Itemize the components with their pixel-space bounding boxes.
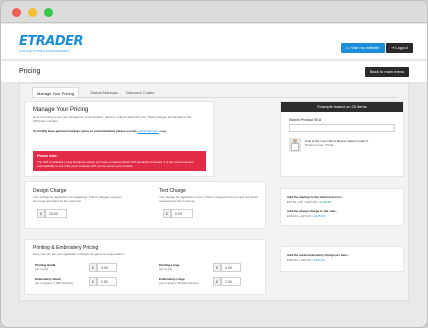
summary-embroidery-calc: £400.94 + £62.50 = £463.44 (287, 258, 325, 262)
visit-website-button[interactable]: ▭ Visit my website (341, 43, 385, 53)
design-currency-symbol: £ (37, 209, 45, 218)
printing-small-sub: (up to A4) (35, 267, 49, 271)
vat-alert: Please note: The VAT is included in any … (33, 151, 206, 171)
summary-embroidery-line: Add the small embroidery charge per item… (287, 253, 350, 257)
design-charge-input[interactable]: 15.00 (45, 209, 67, 218)
logout-button[interactable]: ⇥ Logout (386, 43, 413, 53)
embroidery-summary-panel: Add the small embroidery charge per item… (280, 246, 404, 272)
logo-tagline: ONLINE STORE MANAGEMENT (19, 49, 71, 53)
summary-design-calc: £400.94 + £15.00 = £415.94 (287, 214, 325, 218)
alert-title: Please note: (37, 154, 58, 158)
printing-large-sub: (up to A3) (159, 267, 173, 271)
markup-summary-panel: Add the markup to the initial unit cost.… (280, 188, 404, 226)
summary-design-line: Add the design charge to the sum... (287, 209, 338, 213)
close-window-button[interactable] (12, 8, 21, 17)
printing-description: Here you can set your application charge… (33, 252, 126, 256)
example-panel: Example based on 25 items Search Product… (280, 101, 404, 177)
printing-small-currency: £ (89, 263, 97, 272)
summary-embroidery-result: £463.44 (313, 258, 325, 262)
manage-pricing-title: Manage Your Pricing (33, 107, 89, 113)
printing-large-input[interactable]: 4.00 (221, 263, 241, 272)
logo-wordmark: ETRADER (19, 34, 84, 49)
logout-label: Logout (395, 45, 408, 50)
search-sku-input[interactable] (289, 124, 395, 132)
text-charge-description: Your charge for digitisation of text. Th… (159, 195, 258, 203)
global-markups-link[interactable]: Global Markups (138, 129, 159, 133)
summary-design-calc-prefix: £400.94 + £15.00 = (287, 214, 314, 218)
tab-divider (32, 97, 398, 98)
text-charge-title: Text Charge (159, 188, 186, 194)
charges-panel: Design Charge Your charge for digitisati… (24, 181, 266, 229)
etrader-logo[interactable]: ETRADER ONLINE STORE MANAGEMENT (19, 34, 84, 53)
minimize-window-button[interactable] (28, 8, 37, 17)
embroidery-large-input[interactable]: 7.00 (221, 277, 241, 286)
summary-design-result: £415.94 (313, 214, 325, 218)
back-to-main-menu-button[interactable]: Back to main menu (365, 67, 409, 77)
summary-markup-result: £400.94 (320, 200, 332, 204)
search-sku-label: Search Product SKU (289, 118, 322, 122)
product-thumbnail (289, 138, 301, 152)
visit-website-label: Visit my website (350, 45, 380, 50)
summary-markup-calc-prefix: £10.84 x 25 = £271.00 + (287, 200, 320, 204)
embroidery-large-currency: £ (213, 277, 221, 286)
summary-markup-calc: £10.84 x 25 = £271.00 + £400.94 (287, 200, 331, 204)
markup-note-suffix: page. (159, 129, 168, 133)
text-charge-input[interactable]: 0.00 (171, 209, 193, 218)
embroidery-small-currency: £ (89, 277, 97, 286)
summary-markup-line: Add the markup to the initial unit cost.… (287, 195, 344, 199)
printing-large-currency: £ (213, 263, 221, 272)
maximize-window-button[interactable] (44, 8, 53, 17)
manage-pricing-description: Here the prices to set your charges for … (33, 115, 192, 123)
markup-note: To modify base garment markups (prior to… (33, 129, 211, 133)
embroidery-small-input[interactable]: 2.50 (97, 277, 117, 286)
printing-small-input[interactable]: 2.00 (97, 263, 117, 272)
design-charge-title: Design Charge (33, 188, 67, 194)
printing-embroidery-panel: Printing & Embroidery Pricing Here you c… (24, 239, 266, 295)
pricing-content: Manage Your Pricing Global Markups Disco… (19, 83, 409, 301)
example-header: Example based on 25 items (281, 102, 403, 112)
embroidery-small-sub: (up to approx 7,000 stitches) (35, 281, 74, 285)
model-tshirt (291, 143, 299, 151)
design-charge-description: Your charge for digitisation of image/lo… (33, 195, 122, 203)
page-title: Pricing (19, 68, 41, 75)
text-currency-symbol: £ (163, 209, 171, 218)
alert-body: The VAT is included in any item/price wh… (37, 160, 194, 168)
page-header: Pricing Back to main menu (1, 61, 427, 83)
printing-title: Printing & Embroidery Pricing (33, 245, 99, 251)
product-code: Product Code: TS411 (305, 143, 334, 147)
app-header: ETRADER ONLINE STORE MANAGEMENT ▭ Visit … (1, 24, 427, 60)
manage-pricing-panel: Manage Your Pricing Here the prices to s… (24, 101, 214, 177)
markup-note-prefix: To modify base garment markups (prior to… (33, 129, 137, 133)
browser-window: ETRADER ONLINE STORE MANAGEMENT ▭ Visit … (0, 0, 428, 328)
embroidery-large-sub: (up to approx 15,000 stitches) (159, 281, 199, 285)
summary-embroidery-calc-prefix: £400.94 + £62.50 = (287, 258, 314, 262)
title-bar (1, 1, 427, 23)
